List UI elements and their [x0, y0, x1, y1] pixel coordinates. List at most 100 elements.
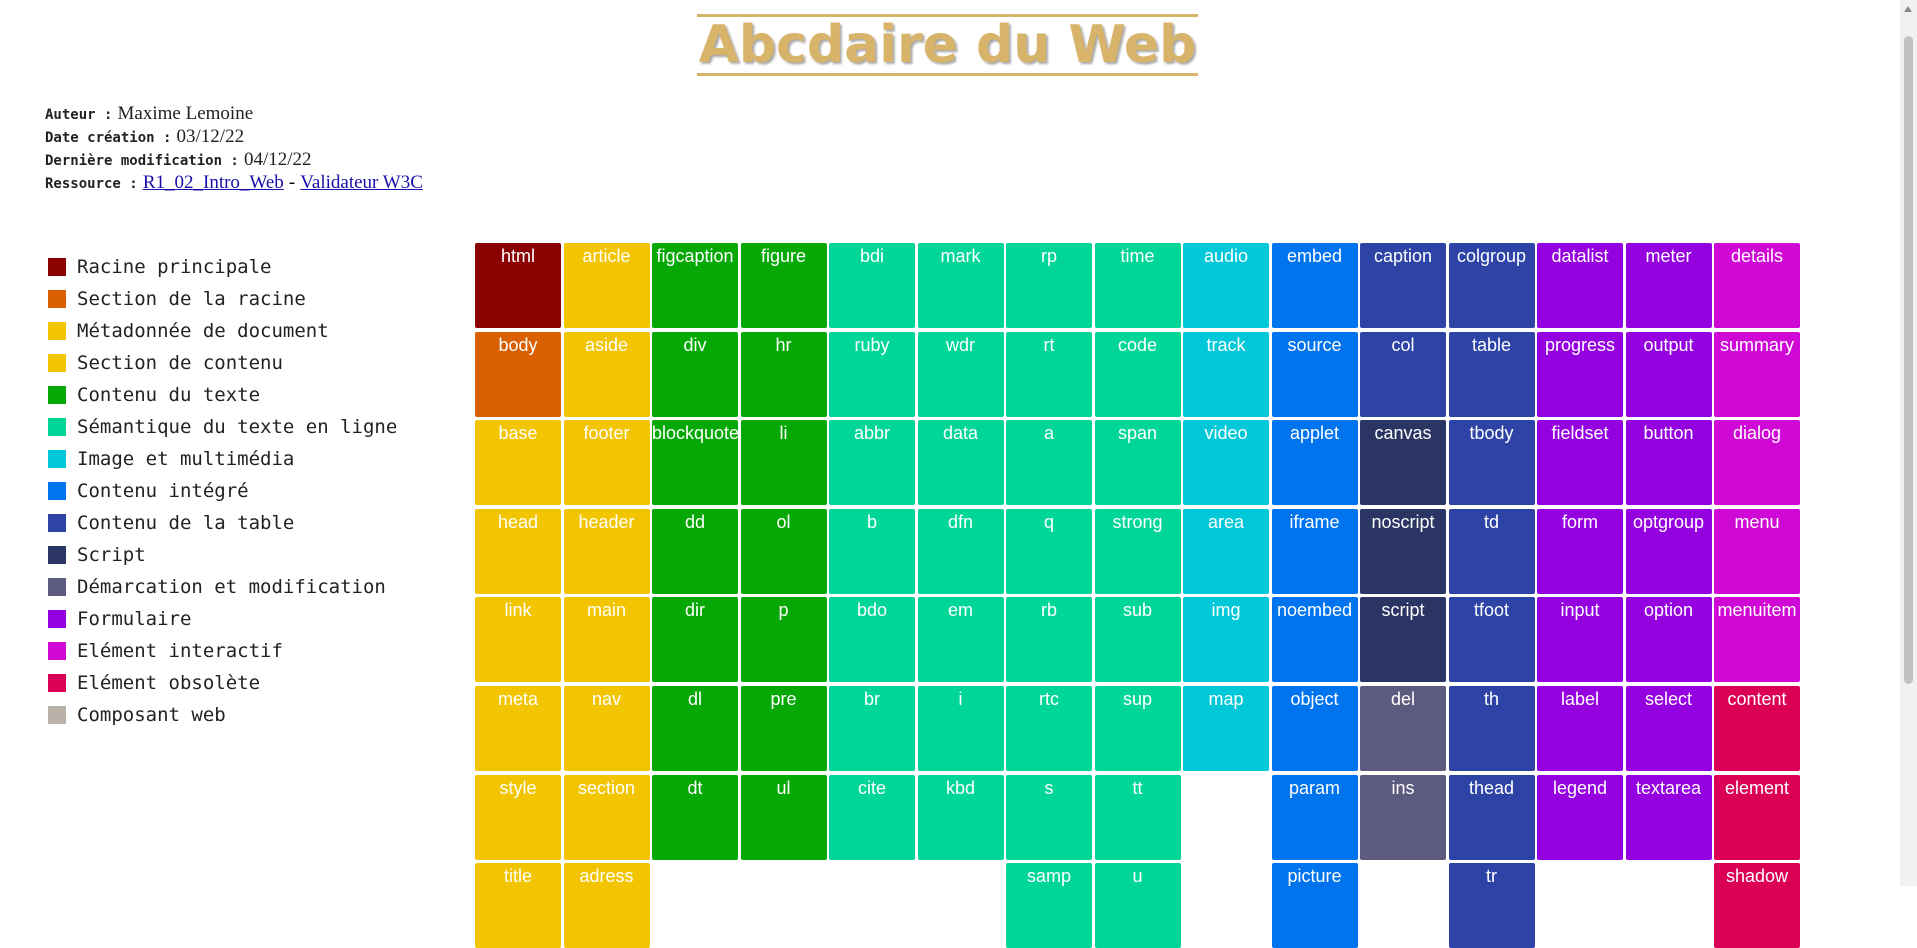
element-tile-input[interactable]: input: [1537, 597, 1623, 683]
element-tile-script[interactable]: script: [1360, 597, 1446, 683]
element-tile-caption[interactable]: caption: [1360, 243, 1446, 328]
element-tile-menuitem[interactable]: menuitem: [1714, 597, 1800, 683]
element-tile-ruby[interactable]: ruby: [829, 331, 915, 417]
element-tile-wdr[interactable]: wdr: [917, 331, 1004, 417]
element-tile-del[interactable]: del: [1360, 686, 1446, 771]
element-tile-rtc[interactable]: rtc: [1006, 686, 1092, 771]
element-tile-main[interactable]: main: [563, 597, 650, 683]
element-tile-output[interactable]: output: [1625, 331, 1712, 417]
element-tile-s[interactable]: s: [1006, 774, 1092, 860]
scrollbar-thumb[interactable]: [1904, 36, 1913, 684]
element-tile-q[interactable]: q: [1006, 508, 1092, 594]
element-tile-p[interactable]: p: [740, 597, 827, 683]
element-tile-dd[interactable]: dd: [652, 508, 738, 594]
element-tile-blockquote[interactable]: blockquote: [652, 420, 738, 506]
element-tile-sub[interactable]: sub: [1094, 597, 1181, 683]
element-tile-abbr[interactable]: abbr: [829, 420, 915, 506]
element-tile-code[interactable]: code: [1094, 331, 1181, 417]
element-tile-mark[interactable]: mark: [917, 243, 1004, 328]
element-tile-textarea[interactable]: textarea: [1625, 774, 1712, 860]
element-tile-fieldset[interactable]: fieldset: [1537, 420, 1623, 506]
element-tile-progress[interactable]: progress: [1537, 331, 1623, 417]
element-tile-button[interactable]: button: [1625, 420, 1712, 506]
element-tile-thead[interactable]: thead: [1448, 774, 1535, 860]
element-tile-rt[interactable]: rt: [1006, 331, 1092, 417]
element-tile-base[interactable]: base: [475, 420, 561, 506]
element-tile-select[interactable]: select: [1625, 686, 1712, 771]
element-tile-pre[interactable]: pre: [740, 686, 827, 771]
element-tile-legend[interactable]: legend: [1537, 774, 1623, 860]
element-tile-label[interactable]: label: [1537, 686, 1623, 771]
element-tile-details[interactable]: details: [1714, 243, 1800, 328]
element-tile-em[interactable]: em: [917, 597, 1004, 683]
element-tile-dir[interactable]: dir: [652, 597, 738, 683]
element-tile-article[interactable]: article: [563, 243, 650, 328]
element-tile-li[interactable]: li: [740, 420, 827, 506]
element-tile-body[interactable]: body: [475, 331, 561, 417]
element-tile-shadow[interactable]: shadow: [1714, 863, 1800, 948]
element-tile-form[interactable]: form: [1537, 508, 1623, 594]
element-tile-figure[interactable]: figure: [740, 243, 827, 328]
element-tile-dt[interactable]: dt: [652, 774, 738, 860]
element-tile-canvas[interactable]: canvas: [1360, 420, 1446, 506]
element-tile-video[interactable]: video: [1183, 420, 1269, 506]
element-tile-i[interactable]: i: [917, 686, 1004, 771]
element-tile-bdi[interactable]: bdi: [829, 243, 915, 328]
element-tile-param[interactable]: param: [1271, 774, 1358, 860]
element-tile-html[interactable]: html: [475, 243, 561, 328]
element-tile-audio[interactable]: audio: [1183, 243, 1269, 328]
element-tile-time[interactable]: time: [1094, 243, 1181, 328]
element-tile-optgroup[interactable]: optgroup: [1625, 508, 1712, 594]
element-tile-iframe[interactable]: iframe: [1271, 508, 1358, 594]
element-tile-source[interactable]: source: [1271, 331, 1358, 417]
element-tile-samp[interactable]: samp: [1006, 863, 1092, 948]
element-tile-embed[interactable]: embed: [1271, 243, 1358, 328]
element-tile-noembed[interactable]: noembed: [1271, 597, 1358, 683]
element-tile-dialog[interactable]: dialog: [1714, 420, 1800, 506]
element-tile-sup[interactable]: sup: [1094, 686, 1181, 771]
element-tile-meter[interactable]: meter: [1625, 243, 1712, 328]
element-tile-nav[interactable]: nav: [563, 686, 650, 771]
element-tile-content[interactable]: content: [1714, 686, 1800, 771]
element-tile-element[interactable]: element: [1714, 774, 1800, 860]
element-tile-hr[interactable]: hr: [740, 331, 827, 417]
element-tile-tt[interactable]: tt: [1094, 774, 1181, 860]
element-tile-head[interactable]: head: [475, 508, 561, 594]
element-tile-bdo[interactable]: bdo: [829, 597, 915, 683]
scroll-up-arrow-icon[interactable]: [1904, 6, 1912, 12]
element-tile-picture[interactable]: picture: [1271, 863, 1358, 948]
element-tile-strong[interactable]: strong: [1094, 508, 1181, 594]
element-tile-tbody[interactable]: tbody: [1448, 420, 1535, 506]
element-tile-a[interactable]: a: [1006, 420, 1092, 506]
element-tile-ul[interactable]: ul: [740, 774, 827, 860]
element-tile-noscript[interactable]: noscript: [1360, 508, 1446, 594]
element-tile-menu[interactable]: menu: [1714, 508, 1800, 594]
element-tile-table[interactable]: table: [1448, 331, 1535, 417]
element-tile-cite[interactable]: cite: [829, 774, 915, 860]
element-tile-img[interactable]: img: [1183, 597, 1269, 683]
element-tile-ins[interactable]: ins: [1360, 774, 1446, 860]
element-tile-meta[interactable]: meta: [475, 686, 561, 771]
element-tile-style[interactable]: style: [475, 774, 561, 860]
element-tile-header[interactable]: header: [563, 508, 650, 594]
element-tile-tr[interactable]: tr: [1448, 863, 1535, 948]
element-tile-td[interactable]: td: [1448, 508, 1535, 594]
element-tile-link[interactable]: link: [475, 597, 561, 683]
element-tile-map[interactable]: map: [1183, 686, 1269, 771]
element-tile-div[interactable]: div: [652, 331, 738, 417]
vertical-scrollbar[interactable]: [1900, 0, 1917, 886]
element-tile-applet[interactable]: applet: [1271, 420, 1358, 506]
element-tile-b[interactable]: b: [829, 508, 915, 594]
element-tile-figcaption[interactable]: figcaption: [652, 243, 738, 328]
element-tile-ol[interactable]: ol: [740, 508, 827, 594]
element-tile-u[interactable]: u: [1094, 863, 1181, 948]
element-tile-colgroup[interactable]: colgroup: [1448, 243, 1535, 328]
element-tile-col[interactable]: col: [1360, 331, 1446, 417]
element-tile-footer[interactable]: footer: [563, 420, 650, 506]
element-tile-kbd[interactable]: kbd: [917, 774, 1004, 860]
element-tile-title[interactable]: title: [475, 863, 561, 948]
element-tile-section[interactable]: section: [563, 774, 650, 860]
element-tile-br[interactable]: br: [829, 686, 915, 771]
element-tile-track[interactable]: track: [1183, 331, 1269, 417]
element-tile-th[interactable]: th: [1448, 686, 1535, 771]
